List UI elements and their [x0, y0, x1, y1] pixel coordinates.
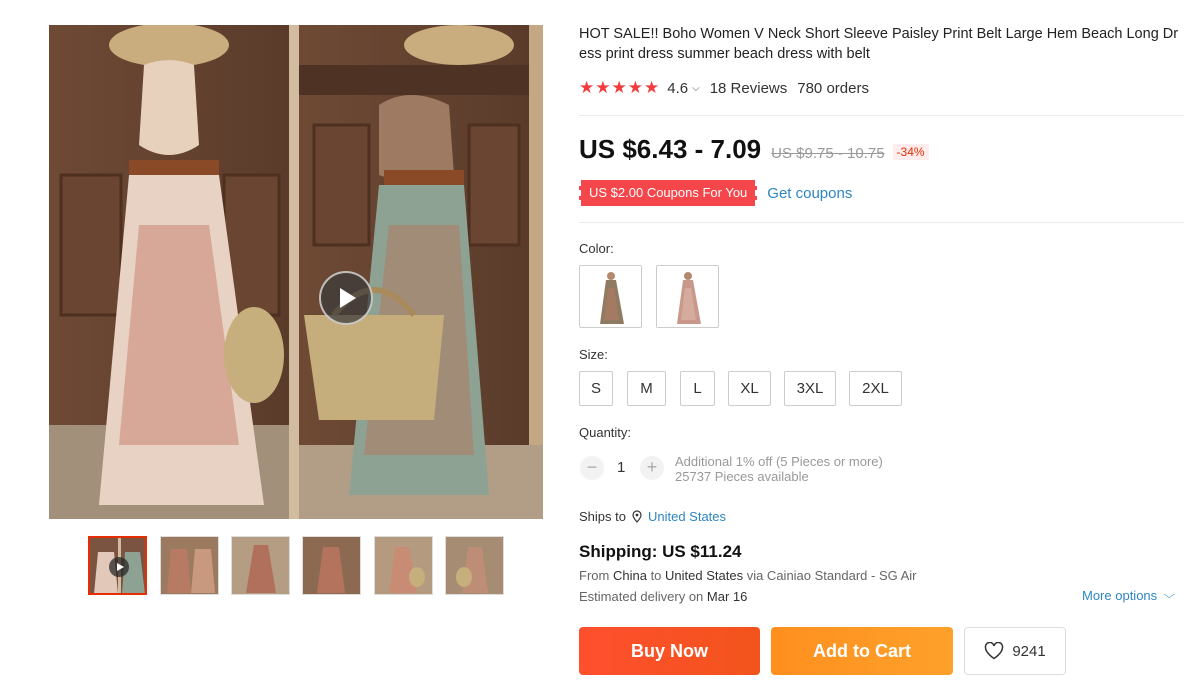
star-icon: ★ [579, 78, 595, 97]
size-option-3xl[interactable]: 3XL [784, 371, 836, 406]
color-option-1[interactable] [579, 265, 642, 328]
coupon-tag[interactable]: US $2.00 Coupons For You [579, 180, 758, 206]
divider [579, 222, 1184, 223]
divider [579, 115, 1184, 116]
product-photo [49, 25, 543, 519]
thumbnail-image [232, 537, 289, 594]
from-country: China [612, 568, 647, 583]
star-icon: ★ [627, 78, 643, 97]
from-label: From [579, 568, 610, 583]
to-label: to [650, 568, 662, 583]
size-option-xl[interactable]: XL [728, 371, 771, 406]
delivery-date: Mar 16 [706, 589, 748, 604]
price-row: US $6.43 - 7.09 US $9.75 - 10.75 -34% [579, 134, 929, 165]
coupon-row: US $2.00 Coupons For You Get coupons [579, 180, 852, 206]
play-icon [109, 557, 129, 577]
chevron-down-icon[interactable]: ⌵ [692, 83, 700, 94]
rating-row: ★ ★ ★ ★ ★ 4.6 ⌵ 18 Reviews 780 orders [579, 78, 869, 98]
thumbnail-6[interactable] [445, 536, 504, 595]
more-options-label: More options [1082, 588, 1158, 603]
wishlist-button[interactable]: 9241 [964, 627, 1066, 675]
shipping-cost: Shipping: US $11.24 [579, 542, 742, 561]
location-pin-icon [632, 510, 642, 523]
to-country: United States [665, 568, 744, 583]
buy-now-button[interactable]: Buy Now [579, 627, 760, 675]
play-video-button[interactable] [319, 271, 373, 325]
rating-value[interactable]: 4.6 [667, 80, 688, 97]
delivery-estimate: Estimated delivery on Mar 16 [579, 589, 747, 604]
size-option-s[interactable]: S [579, 371, 613, 406]
more-shipping-options-link[interactable]: More options ⌵ [1082, 588, 1176, 603]
ships-to-country-selector[interactable]: United States [648, 509, 726, 524]
play-icon [340, 288, 356, 308]
main-product-image[interactable] [49, 25, 543, 519]
size-option-l[interactable]: L [680, 371, 715, 406]
size-label: Size: [579, 347, 608, 362]
color-option-2[interactable] [656, 265, 719, 328]
reviews-link[interactable]: 18 Reviews [710, 80, 788, 97]
bulk-discount-note: Additional 1% off (5 Pieces or more) [675, 454, 883, 469]
thumbnail-4[interactable] [302, 536, 361, 595]
ships-to-label: Ships to [579, 509, 626, 524]
pieces-available: 25737 Pieces available [675, 469, 809, 484]
ships-to-row: Ships to United States [579, 509, 726, 524]
quantity-label: Quantity: [579, 425, 632, 440]
size-option-2xl[interactable]: 2XL [849, 371, 902, 406]
wishlist-count: 9241 [1012, 642, 1046, 660]
thumbnail-image [446, 537, 503, 594]
heart-icon [984, 642, 1004, 660]
color-swatch-image [657, 266, 718, 327]
star-icon: ★ [595, 78, 611, 97]
color-swatch-image [580, 266, 641, 327]
add-to-cart-button[interactable]: Add to Cart [771, 627, 953, 675]
size-option-m[interactable]: M [627, 371, 666, 406]
shipping-method: via Cainiao Standard - SG Air [746, 568, 917, 583]
orders-count: 780 orders [797, 79, 869, 97]
get-coupons-link[interactable]: Get coupons [767, 185, 852, 202]
chevron-down-icon: ⌵ [1163, 589, 1176, 601]
thumbnail-image [375, 537, 432, 594]
thumbnail-5[interactable] [374, 536, 433, 595]
product-title: HOT SALE!! Boho Women V Neck Short Sleev… [579, 26, 1179, 62]
original-price: US $9.75 - 10.75 [771, 145, 885, 162]
price: US $6.43 - 7.09 [579, 134, 762, 164]
star-icon: ★ [644, 78, 660, 97]
discount-badge: -34% [892, 144, 929, 160]
quantity-value[interactable]: 1 [617, 459, 625, 476]
color-label: Color: [579, 241, 614, 256]
delivery-label: Estimated delivery on [579, 589, 704, 604]
thumbnail-image [303, 537, 360, 594]
thumbnail-image [161, 537, 218, 594]
thumbnail-3[interactable] [231, 536, 290, 595]
star-rating: ★ ★ ★ ★ ★ [579, 79, 659, 97]
quantity-decrease-button[interactable]: − [580, 456, 604, 480]
quantity-note: Additional 1% off (5 Pieces or more) 257… [675, 454, 883, 484]
quantity-increase-button[interactable]: + [640, 456, 664, 480]
thumbnail-2[interactable] [160, 536, 219, 595]
shipping-route: From China to United States via Cainiao … [579, 568, 917, 583]
thumbnail-video[interactable] [88, 536, 147, 595]
star-icon: ★ [611, 78, 627, 97]
